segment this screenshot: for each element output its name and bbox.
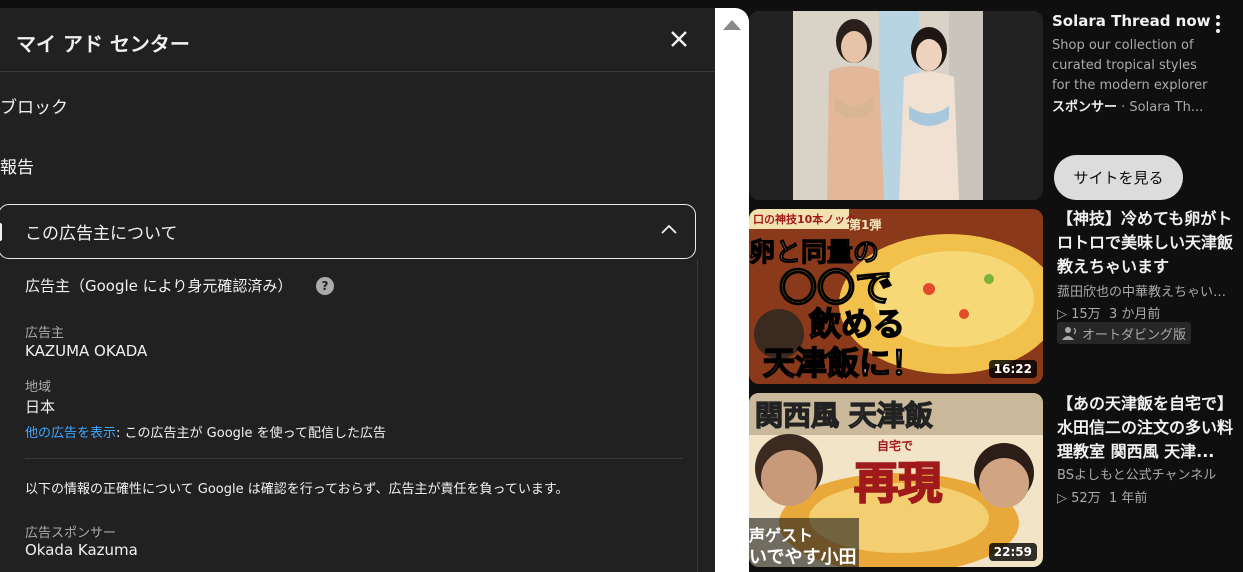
selection-indicator	[0, 223, 2, 241]
ad-title[interactable]: Solara Thread now	[1052, 12, 1211, 30]
dubbing-person-icon	[1062, 327, 1077, 340]
thumb-text-3: 卵と同量の	[749, 238, 879, 268]
video-stats: ▷ 52万 1 年前	[1057, 487, 1147, 506]
advertiser-details: 広告主（Google により身元確認済み） ? 広告主 KAZUMA OKADA…	[0, 260, 698, 572]
channel-name[interactable]: BSよしもと公式チャンネル	[1057, 464, 1237, 483]
block-menu-item[interactable]: ブロック	[0, 93, 68, 118]
ad-advertiser-name: Solara Th...	[1129, 100, 1204, 115]
video-duration: 22:59	[988, 543, 1037, 561]
about-advertiser-row[interactable]: この広告主について	[0, 204, 696, 259]
report-menu-item[interactable]: 報告	[0, 153, 34, 178]
video-title[interactable]: 【神技】冷めても卵がトロトロで美味しい天津飯教えちゃいます	[1057, 207, 1237, 279]
close-icon	[671, 31, 687, 47]
view-count: ▷ 52万	[1057, 491, 1101, 506]
ad-separator: ·	[1117, 100, 1130, 115]
help-icon[interactable]: ?	[316, 277, 334, 295]
thumbnail-image: 関西風 天津飯 自宅で 再現 声ゲスト いでやす小田	[749, 393, 1043, 567]
my-ad-center-panel: マイ アド センター ブロック 報告 この広告主について 広告主（Google …	[0, 8, 715, 572]
disclaimer-text: 以下の情報の正確性について Google は確認を行っておらず、広告主が責任を負…	[25, 482, 569, 497]
ad-sponsor-line: スポンサー · Solara Th...	[1052, 96, 1203, 115]
thumb-text-2: 第1弾	[849, 217, 881, 232]
ad-description: Shop our collection of curated tropical …	[1052, 38, 1208, 93]
about-advertiser-label: この広告主について	[25, 224, 178, 244]
divider	[25, 458, 683, 459]
thumb-text-5: 飲める	[809, 305, 905, 343]
panel-header: マイ アド センター	[0, 8, 715, 72]
panel-title: マイ アド センター	[16, 32, 190, 56]
thumbnail-image: 口の神技10本ノック 第1弾 卵と同量の 〇〇で 飲める 天津飯に！	[749, 209, 1043, 384]
region-value: 日本	[25, 398, 56, 416]
ad-thumbnail[interactable]	[749, 11, 1043, 200]
sponsor-label: 広告スポンサー	[25, 526, 117, 541]
more-ads-description: : この広告主が Google を使って配信した広告	[116, 426, 386, 441]
video-duration: 16:22	[988, 360, 1037, 378]
kebab-menu-icon[interactable]	[1212, 15, 1224, 37]
sponsored-label: スポンサー	[1052, 100, 1118, 115]
auto-dubbed-badge: オートダビング版	[1057, 322, 1192, 344]
thumb-text-6: 天津飯に！	[763, 344, 923, 382]
thumb-text-5: いでやす小田	[749, 547, 856, 567]
thumb-text-2: 自宅で	[877, 438, 913, 453]
view-count: ▷ 15万	[1057, 307, 1101, 322]
close-button[interactable]	[664, 24, 694, 54]
top-strip	[0, 0, 715, 8]
scrollbar[interactable]	[715, 8, 749, 572]
upload-age: 3 か月前	[1108, 307, 1161, 322]
region-label: 地域	[25, 380, 52, 395]
upload-age: 1 年前	[1108, 491, 1148, 506]
thumb-text-4: 〇〇で	[779, 266, 893, 310]
thumb-text-1: 口の神技10本ノック	[753, 212, 856, 226]
chevron-up-icon	[661, 224, 677, 234]
thumb-text-3: 再現	[854, 458, 942, 509]
video-title[interactable]: 【あの天津飯を自宅で】水田信二の注文の多い料理教室 関西風 天津...	[1057, 392, 1237, 464]
auto-dubbed-label: オートダビング版	[1082, 327, 1187, 343]
see-more-ads-link[interactable]: 他の広告を表示	[25, 426, 116, 441]
visit-site-button[interactable]: サイトを見る	[1054, 155, 1183, 200]
advertiser-value: KAZUMA OKADA	[25, 342, 148, 360]
ad-image	[749, 11, 1043, 200]
sponsor-value: Okada Kazuma	[25, 541, 138, 559]
thumb-text-4: 声ゲスト	[749, 526, 813, 545]
video-stats: ▷ 15万 3 か月前	[1057, 303, 1160, 322]
more-ads-line: 他の広告を表示: この広告主が Google を使って配信した広告	[25, 422, 386, 441]
channel-name[interactable]: 菰田欣也の中華教えちゃいます	[1057, 281, 1237, 300]
verified-advertiser-heading: 広告主（Google により身元確認済み）	[25, 277, 293, 295]
thumb-text-1: 関西風 天津飯	[755, 399, 933, 432]
video-thumbnail[interactable]: 関西風 天津飯 自宅で 再現 声ゲスト いでやす小田 22:59	[749, 393, 1043, 567]
scroll-up-arrow-icon[interactable]	[723, 20, 741, 30]
video-thumbnail[interactable]: 口の神技10本ノック 第1弾 卵と同量の 〇〇で 飲める 天津飯に！ 16:22	[749, 209, 1043, 384]
advertiser-label: 広告主	[25, 326, 65, 341]
